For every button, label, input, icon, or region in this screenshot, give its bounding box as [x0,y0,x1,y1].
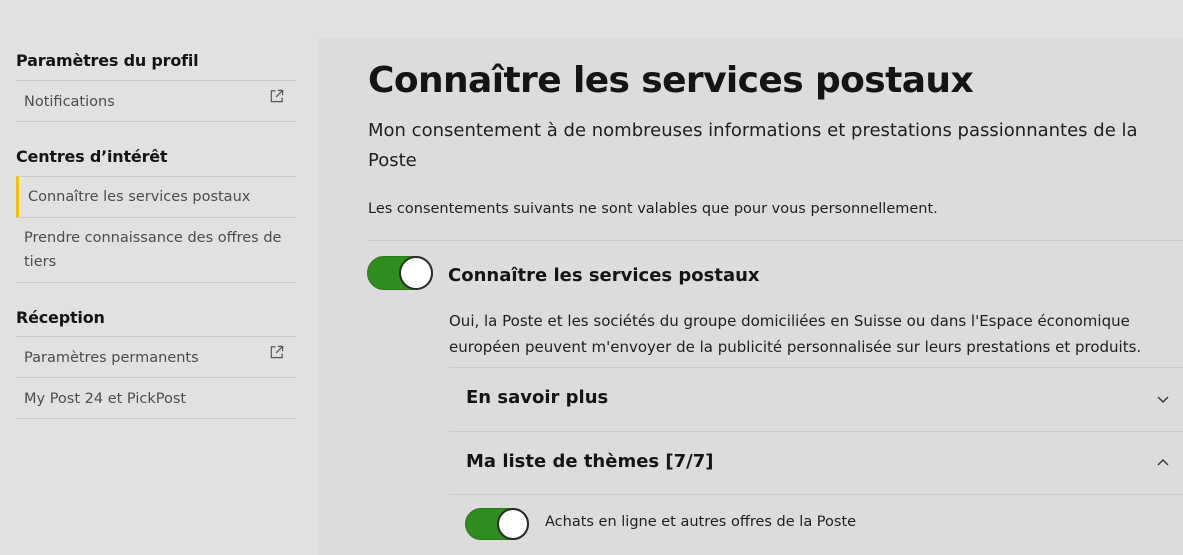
sidebar-item-services-postaux[interactable]: Connaître les services postaux [16,176,296,217]
sidebar-item-label: Notifications [24,94,115,110]
sidebar-group-title-interests: Centres d’intérêt [16,147,168,166]
consent-description: Oui, la Poste et les sociétés du groupe … [449,312,1142,356]
sidebar-item-parametres-permanents[interactable]: Paramètres permanents [16,336,296,377]
consent-toggle[interactable] [367,256,433,290]
consent-toggle-label: Connaître les services postaux [448,265,760,286]
page-lead: Mon consentement à de nombreuses informa… [368,120,1138,171]
accordion-en-savoir-plus[interactable]: En savoir plus [449,368,1183,430]
divider [449,494,1183,495]
sidebar-item-offres-tiers[interactable]: Prendre connaissance des offres de tiers [16,217,296,283]
chevron-down-icon [1157,396,1169,403]
topic-toggle-achats-en-ligne[interactable] [465,508,529,540]
topic-label: Achats en ligne et autres offres de la P… [545,514,857,530]
sidebar-item-mypost24-pickpost[interactable]: My Post 24 et PickPost [16,377,296,419]
divider [368,240,1183,241]
accordion-title: Ma liste de thèmes [7/7] [466,451,714,472]
external-link-icon [270,89,284,103]
sidebar-group-title-reception: Réception [16,308,105,327]
page-title: Connaître les services postaux [368,60,974,101]
sidebar-item-label: Prendre connaissance des offres de tiers [24,230,282,270]
sidebar-item-label: My Post 24 et PickPost [24,391,187,407]
consent-note: Les consentements suivants ne sont valab… [368,201,938,217]
accordion-title: En savoir plus [466,387,609,408]
accordion-liste-themes[interactable]: Ma liste de thèmes [7/7] [449,432,1183,494]
sidebar-item-notifications[interactable]: Notifications [16,80,296,122]
external-link-icon [270,345,284,359]
chevron-up-icon [1157,459,1169,466]
toggle-knob [399,256,433,290]
sidebar-item-label: Paramètres permanents [24,350,199,366]
sidebar-group-title-profile: Paramètres du profil [16,51,199,70]
sidebar: Paramètres du profil Notifications Centr… [0,0,319,555]
sidebar-item-label: Connaître les services postaux [28,189,251,205]
toggle-knob [497,508,529,540]
